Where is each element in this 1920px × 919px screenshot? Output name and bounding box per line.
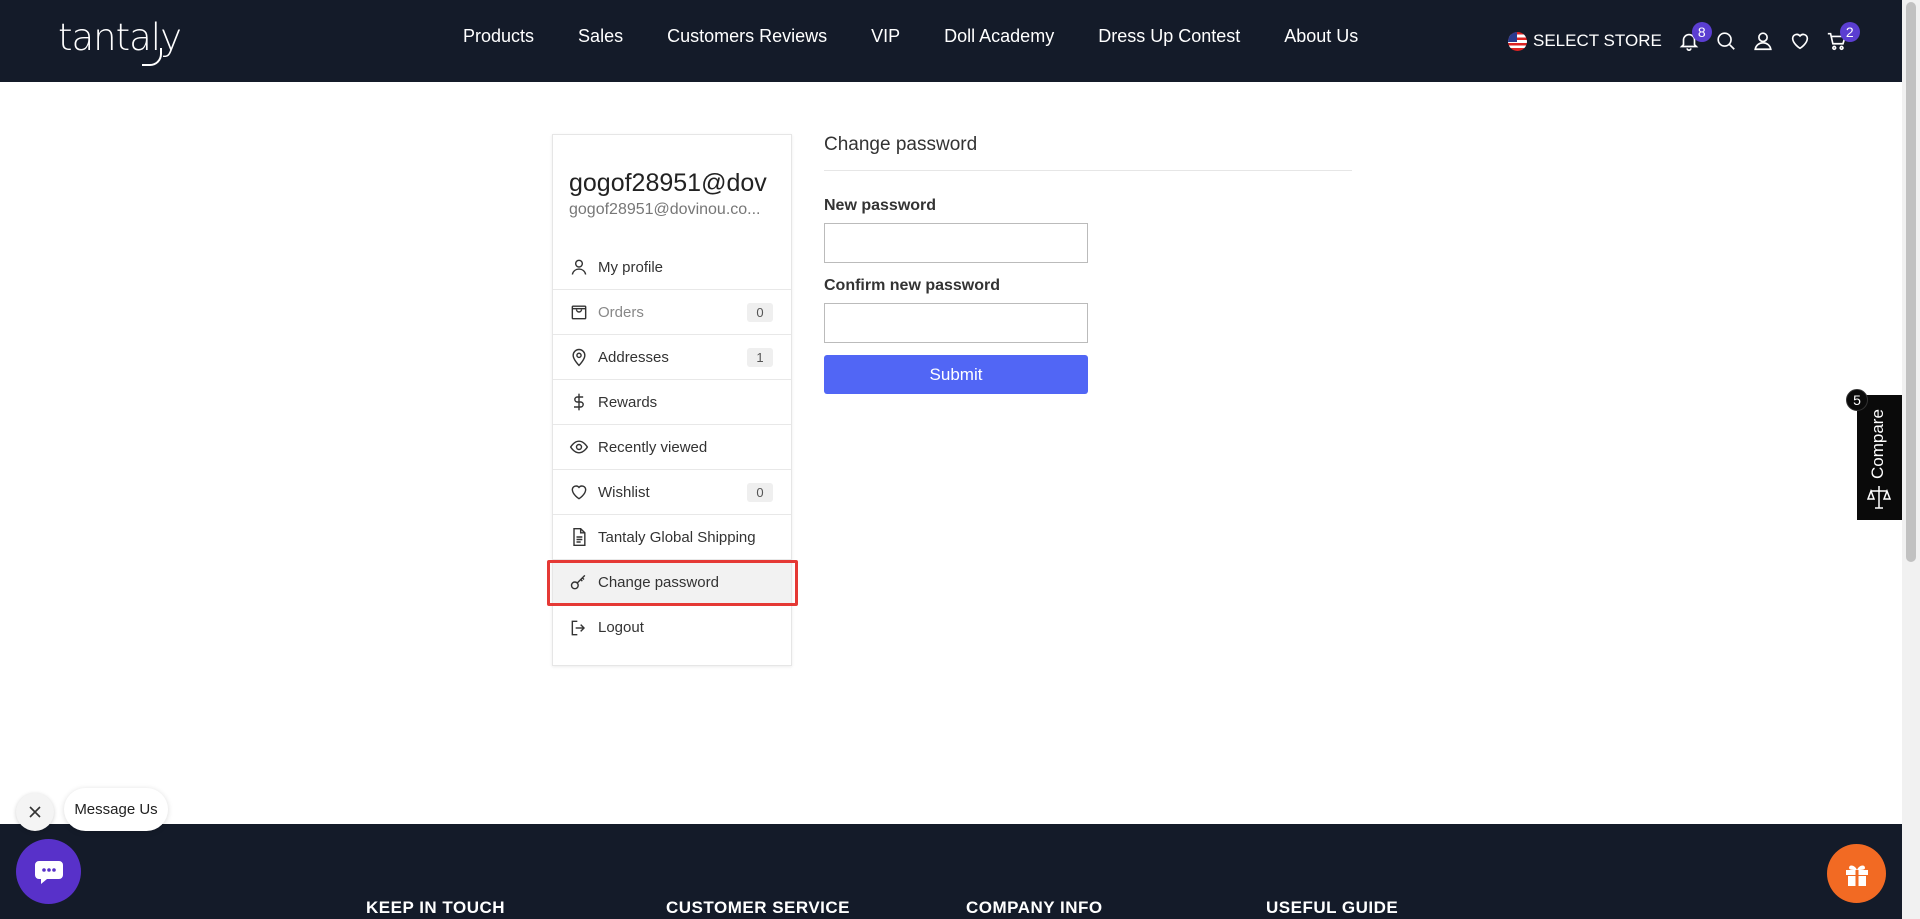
notifications-button[interactable]: 8: [1676, 22, 1712, 54]
menu-item-addresses[interactable]: Addresses 1: [553, 335, 791, 380]
menu-label: Addresses: [598, 348, 669, 366]
new-password-input[interactable]: [824, 223, 1088, 263]
heart-icon: [571, 485, 587, 500]
account-sidebar: gogof28951@dov gogof28951@dovinou.co... …: [552, 134, 792, 666]
nav-doll-academy[interactable]: Doll Academy: [944, 26, 1054, 47]
form-title: Change password: [824, 134, 1352, 171]
menu-item-global-shipping[interactable]: Tantaly Global Shipping: [553, 515, 791, 560]
menu-item-recently-viewed[interactable]: Recently viewed: [553, 425, 791, 470]
logout-icon: [571, 620, 586, 635]
menu-item-logout[interactable]: Logout: [553, 605, 791, 650]
notifications-badge: 8: [1691, 22, 1712, 42]
page-scrollbar[interactable]: [1902, 0, 1920, 919]
nav-customers-reviews[interactable]: Customers Reviews: [667, 26, 827, 47]
site-logo[interactable]: tantaly: [58, 16, 182, 59]
footer-heading-customer-service: CUSTOMER SERVICE: [666, 898, 851, 917]
us-flag-icon[interactable]: [1508, 31, 1527, 51]
footer-heading-company-info: COMPANY INFO: [966, 898, 1103, 917]
site-header: tantaly Products Sales Customers Reviews…: [0, 0, 1902, 82]
addresses-count-badge: 1: [747, 348, 773, 367]
nav-vip[interactable]: VIP: [871, 26, 900, 47]
account-email: gogof28951@dovinou.co...: [569, 201, 761, 218]
nav-about-us[interactable]: About Us: [1284, 26, 1358, 47]
submit-button[interactable]: Submit: [824, 355, 1088, 394]
logo-swash: [142, 48, 162, 66]
footer-heading-useful-guide: USEFUL GUIDE: [1266, 898, 1399, 917]
compare-tab[interactable]: Compare: [1857, 395, 1902, 520]
account-name: gogof28951@dov: [569, 169, 767, 197]
nav-products[interactable]: Products: [463, 26, 534, 47]
account-menu: My profile Orders 0 Addresses 1 Rewards …: [553, 245, 791, 650]
search-icon: [1717, 32, 1735, 50]
document-icon: [573, 527, 586, 547]
heart-icon: [1791, 33, 1808, 50]
select-store-button[interactable]: SELECT STORE: [1533, 31, 1662, 51]
menu-item-wishlist[interactable]: Wishlist 0: [553, 470, 791, 515]
rewards-gift-button[interactable]: [1827, 844, 1886, 903]
header-actions: SELECT STORE 8 2: [1508, 22, 1861, 55]
change-password-form: Change password New password Confirm new…: [824, 134, 1352, 394]
user-icon: [571, 259, 587, 275]
close-message-button[interactable]: [16, 793, 54, 831]
compare-count-badge: 5: [1846, 389, 1868, 411]
menu-label: Change password: [598, 573, 719, 591]
scale-icon: [1867, 486, 1891, 509]
site-footer: KEEP IN TOUCH CUSTOMER SERVICE COMPANY I…: [0, 824, 1902, 919]
confirm-password-label: Confirm new password: [824, 277, 1001, 294]
menu-label: Rewards: [598, 393, 658, 411]
chat-icon: [34, 860, 63, 884]
new-password-label: New password: [824, 197, 937, 214]
menu-item-change-password[interactable]: Change password: [553, 560, 791, 605]
account-button[interactable]: [1750, 28, 1776, 54]
confirm-password-input[interactable]: [824, 303, 1088, 343]
user-icon: [1754, 32, 1772, 51]
eye-icon: [569, 440, 589, 454]
nav-dress-up-contest[interactable]: Dress Up Contest: [1098, 26, 1240, 47]
key-icon: [570, 574, 586, 590]
nav-sales[interactable]: Sales: [578, 26, 623, 47]
message-us-bubble[interactable]: Message Us: [64, 788, 168, 831]
gift-icon: [1845, 865, 1868, 886]
orders-count-badge: 0: [747, 303, 773, 322]
menu-label: Orders: [598, 303, 644, 321]
search-button[interactable]: [1713, 28, 1739, 54]
menu-label: Logout: [598, 619, 644, 636]
dollar-icon: [574, 393, 584, 411]
close-icon: [29, 806, 41, 818]
wishlist-count-badge: 0: [747, 483, 773, 502]
map-pin-icon: [572, 348, 586, 367]
main-nav: Products Sales Customers Reviews VIP Dol…: [463, 26, 1358, 47]
menu-item-rewards[interactable]: Rewards: [553, 380, 791, 425]
cart-badge: 2: [1839, 22, 1860, 42]
menu-label: Tantaly Global Shipping: [598, 528, 756, 546]
footer-heading-keep-in-touch: KEEP IN TOUCH: [366, 898, 506, 917]
menu-label: My profile: [598, 258, 664, 276]
chat-launcher-button[interactable]: [16, 839, 81, 904]
menu-label: Wishlist: [598, 483, 650, 501]
menu-label: Recently viewed: [598, 438, 708, 456]
wishlist-button[interactable]: [1787, 28, 1813, 54]
bag-icon: [571, 305, 587, 320]
cart-button[interactable]: 2: [1824, 22, 1860, 54]
menu-item-my-profile[interactable]: My profile: [553, 245, 791, 290]
menu-item-orders[interactable]: Orders 0: [553, 290, 791, 335]
scroll-thumb[interactable]: [1906, 2, 1916, 562]
compare-label: Compare: [1868, 409, 1887, 479]
